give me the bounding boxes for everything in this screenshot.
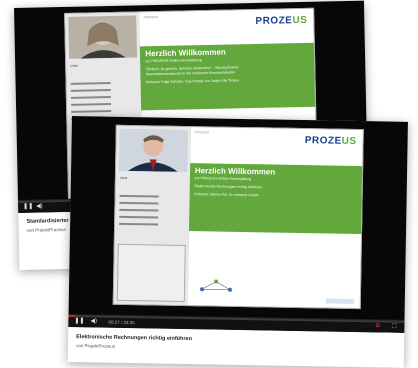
video-player-front[interactable]: Inhalt PROZEUS PROZEUS Herzlich Willkomm… bbox=[68, 116, 408, 333]
fullscreen-icon[interactable]: ⛶ bbox=[392, 323, 396, 332]
slide-frame-front: Inhalt PROZEUS PROZEUS Herzlich Willkomm… bbox=[113, 125, 364, 309]
slide-header-left-back: PROZEUS bbox=[144, 15, 159, 19]
prozeus-logo-back: PROZEUS bbox=[255, 15, 307, 27]
session-line3-back: Referent: Katja Schoder, Cap Prinzip con… bbox=[146, 77, 310, 84]
sidebar-notes-front bbox=[117, 244, 186, 302]
welcome-panel-back: Herzlich Willkommen zur PROZEUS Online-V… bbox=[140, 43, 315, 111]
volume-icon[interactable]: ◀) bbox=[36, 202, 43, 211]
slide-content-front: PROZEUS PROZEUS Herzlich Willkommen zur … bbox=[188, 127, 363, 308]
session-line2-front: Referent: Sabine Pro. dx research GmbH bbox=[194, 192, 356, 199]
video-card-front[interactable]: Inhalt PROZEUS PROZEUS Herzlich Willkomm… bbox=[68, 116, 408, 368]
presenter-photo-front bbox=[119, 129, 188, 172]
sponsor-logo bbox=[326, 298, 354, 303]
prozeus-logo-front: PROZEUS bbox=[305, 135, 357, 147]
slide-sidebar-front: Inhalt bbox=[114, 126, 192, 305]
play-icon[interactable]: ❚❚ bbox=[23, 203, 33, 212]
session-line1-front: Elektronische Rechnungen richtig einführ… bbox=[195, 184, 357, 191]
sidebar-title-front: Inhalt bbox=[120, 176, 188, 181]
sidebar-outline-front bbox=[119, 190, 185, 231]
presenter-photo-back bbox=[68, 15, 137, 58]
settings-icon[interactable]: ⚙ bbox=[375, 322, 381, 331]
volume-icon[interactable]: ◀) bbox=[90, 317, 97, 326]
welcome-panel-front: Herzlich Willkommen zur PROZEUS Online-V… bbox=[189, 163, 362, 234]
video-info-front: Elektronische Rechnungen richtig einführ… bbox=[76, 334, 396, 354]
time-display: 00:27 / 33:35 bbox=[108, 318, 134, 327]
player-controls-front: ❚❚ ◀) 00:27 / 33:35 ⚙ ⛶ bbox=[68, 314, 404, 333]
network-diagram-icon bbox=[196, 277, 236, 294]
slide-header-left-front: PROZEUS bbox=[194, 130, 209, 134]
sidebar-title-back: Inhalt bbox=[70, 62, 138, 67]
pause-icon[interactable]: ❚❚ bbox=[74, 317, 84, 326]
